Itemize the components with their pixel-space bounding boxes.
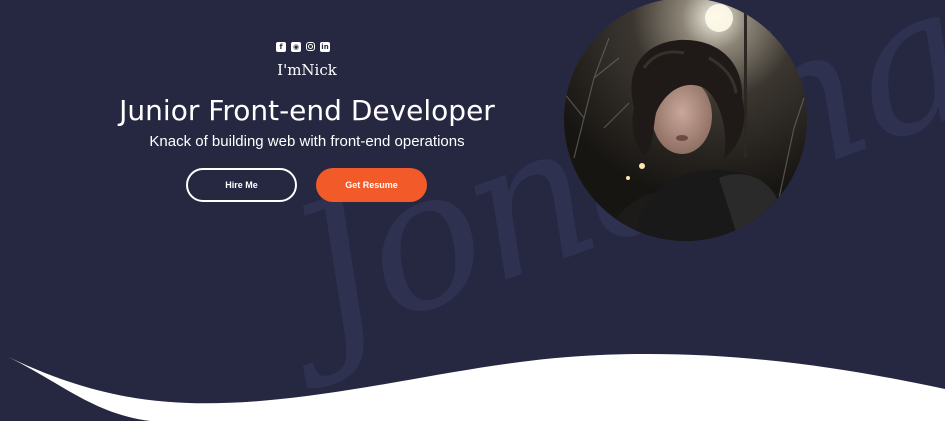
instagram-icon[interactable] [306, 42, 315, 51]
github-icon[interactable]: ◉ [291, 42, 301, 52]
wave-divider [0, 353, 945, 421]
page-subtitle: Knack of building web with front-end ope… [149, 133, 465, 150]
linkedin-icon[interactable]: in [320, 42, 330, 52]
get-resume-button[interactable]: Get Resume [316, 168, 427, 202]
hero-section: Jonathan f ◉ in I'mNick Junior Front-end… [0, 0, 945, 421]
hire-me-button[interactable]: Hire Me [186, 168, 297, 202]
greeting-text: I'mNick [277, 61, 337, 79]
social-links: f ◉ in [276, 42, 330, 52]
facebook-icon[interactable]: f [276, 42, 286, 52]
profile-photo [564, 0, 807, 241]
page-title: Junior Front-end Developer [119, 94, 495, 127]
